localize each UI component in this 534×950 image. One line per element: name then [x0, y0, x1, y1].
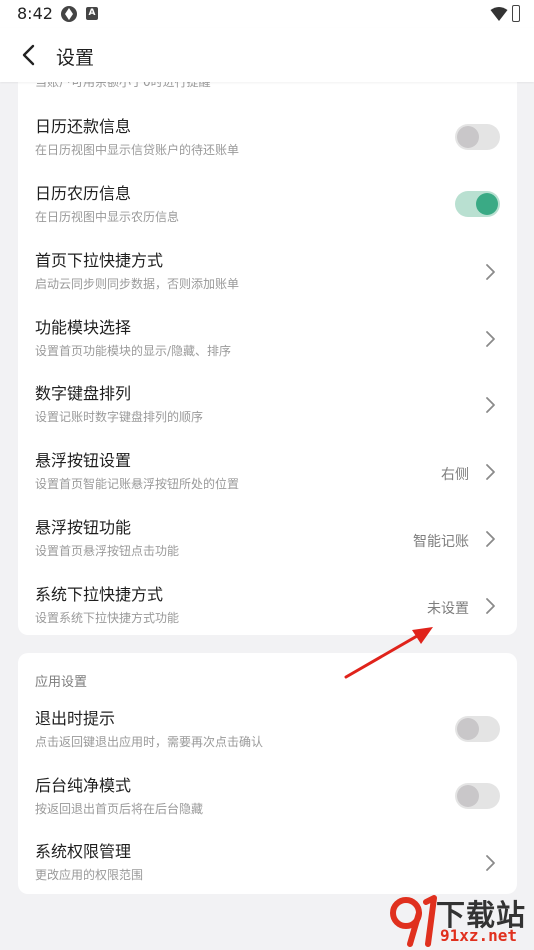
- row-system-pulldown-shortcut[interactable]: 系统下拉快捷方式 设置系统下拉快捷方式功能 未设置: [18, 581, 517, 635]
- chevron-right-icon: [486, 855, 495, 871]
- row-subtitle: 更改应用的权限范围: [35, 868, 144, 882]
- row-value: 右侧: [441, 467, 469, 483]
- watermark-logo: 下载站 91xz.net: [388, 890, 534, 950]
- status-time: 8:42: [17, 4, 53, 23]
- row-title: 日历农历信息: [35, 184, 132, 203]
- toggle-knob: [476, 193, 498, 215]
- battery-icon: [512, 5, 520, 22]
- row-subtitle: 在日历视图中显示信贷账户的待还账单: [35, 143, 240, 157]
- section-header: 应用设置: [35, 675, 88, 690]
- row-calendar-lunar[interactable]: 日历农历信息 在日历视图中显示农历信息: [18, 180, 517, 246]
- row-subtitle: 设置记账时数字键盘排列的顺序: [35, 410, 204, 424]
- row-title: 退出时提示: [35, 709, 116, 728]
- notification-badge-icon: A: [86, 7, 98, 20]
- row-title: 悬浮按钮功能: [35, 518, 132, 537]
- row-subtitle: 启动云同步则同步数据，否则添加账单: [35, 277, 240, 291]
- toggle-switch[interactable]: [455, 783, 500, 809]
- row-home-pulldown-shortcut[interactable]: 首页下拉快捷方式 启动云同步则同步数据，否则添加账单: [18, 247, 517, 313]
- row-subtitle: 设置首页功能模块的显示/隐藏、排序: [35, 344, 232, 358]
- chevron-right-icon: [486, 331, 495, 347]
- chevron-right-icon: [486, 264, 495, 280]
- toggle-knob: [457, 718, 479, 740]
- watermark-url: 91xz.net: [440, 926, 518, 945]
- row-subtitle: 设置首页智能记账悬浮按钮所处的位置: [35, 477, 240, 491]
- row-calendar-repayment[interactable]: 日历还款信息 在日历视图中显示信贷账户的待还账单: [18, 113, 517, 179]
- toggle-knob: [457, 126, 479, 148]
- chevron-right-icon: [486, 598, 495, 614]
- row-background-clean-mode[interactable]: 后台纯净模式 按返回退出首页后将在后台隐藏: [18, 772, 517, 838]
- status-bar: 8:42 A: [0, 0, 534, 28]
- row-title: 后台纯净模式: [35, 776, 132, 795]
- settings-card-app: 应用设置 退出时提示 点击返回键退出应用时，需要再次点击确认 后台纯净模式 按返…: [18, 653, 517, 894]
- row-floating-button-function[interactable]: 悬浮按钮功能 设置首页悬浮按钮点击功能 智能记账: [18, 514, 517, 580]
- row-title: 功能模块选择: [35, 318, 132, 337]
- chevron-right-icon: [486, 397, 495, 413]
- row-floating-button-position[interactable]: 悬浮按钮设置 设置首页智能记账悬浮按钮所处的位置 右侧: [18, 447, 517, 513]
- row-subtitle: 在日历视图中显示农历信息: [35, 210, 180, 224]
- toggle-switch[interactable]: [455, 124, 500, 150]
- chevron-right-icon: [486, 531, 495, 547]
- row-title: 首页下拉快捷方式: [35, 251, 164, 270]
- row-title: 数字键盘排列: [35, 384, 132, 403]
- row-subtitle: 按返回退出首页后将在后台隐藏: [35, 802, 204, 816]
- toggle-switch[interactable]: [455, 716, 500, 742]
- toggle-knob: [457, 785, 479, 807]
- row-exit-prompt[interactable]: 退出时提示 点击返回键退出应用时，需要再次点击确认: [18, 705, 517, 771]
- row-keypad-layout[interactable]: 数字键盘排列 设置记账时数字键盘排列的顺序: [18, 380, 517, 446]
- wifi-icon: [490, 7, 508, 21]
- row-value: 未设置: [427, 601, 469, 617]
- annotation-arrow-icon: [344, 627, 433, 679]
- row-subtitle: 设置系统下拉快捷方式功能: [35, 611, 180, 625]
- watermark-91-icon: [390, 895, 437, 947]
- row-title: 系统下拉快捷方式: [35, 585, 164, 604]
- row-value: 智能记账: [413, 534, 469, 550]
- back-arrow-icon[interactable]: [12, 38, 46, 72]
- app-bar: 设置: [0, 28, 534, 82]
- row-title: 悬浮按钮设置: [35, 451, 132, 470]
- row-subtitle: 设置首页悬浮按钮点击功能: [35, 544, 180, 558]
- row-title: 系统权限管理: [35, 842, 132, 861]
- row-system-permissions[interactable]: 系统权限管理 更改应用的权限范围: [18, 838, 517, 894]
- chevron-right-icon: [486, 464, 495, 480]
- settings-card-general: 当账户可用余额小于0时进行提醒 日历还款信息 在日历视图中显示信贷账户的待还账单…: [18, 62, 517, 635]
- row-title: 日历还款信息: [35, 117, 132, 136]
- row-feature-modules[interactable]: 功能模块选择 设置首页功能模块的显示/隐藏、排序: [18, 314, 517, 380]
- row-subtitle: 点击返回键退出应用时，需要再次点击确认: [35, 735, 264, 749]
- toggle-switch[interactable]: [455, 191, 500, 217]
- app-notification-icon: [61, 6, 77, 22]
- page-title: 设置: [56, 47, 95, 69]
